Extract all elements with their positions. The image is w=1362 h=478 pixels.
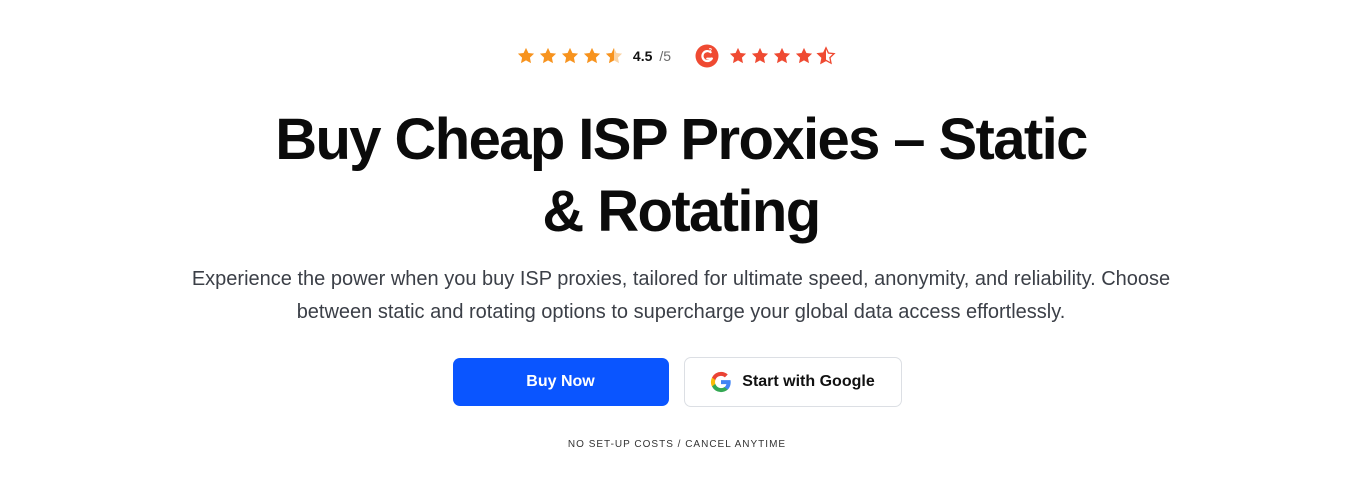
star-icon xyxy=(795,47,813,64)
start-with-google-button[interactable]: Start with Google xyxy=(683,357,902,407)
rating-stars-g2 xyxy=(728,46,836,66)
page-title: Buy Cheap ISP Proxies – Static & Rotatin… xyxy=(275,107,1088,244)
rating-score: 4.5 xyxy=(632,48,653,64)
footnote: NO SET-UP COSTS / CANCEL ANYTIME xyxy=(567,439,787,450)
star-icon xyxy=(517,47,535,64)
rating-stars-orange xyxy=(516,46,624,66)
half-star-icon xyxy=(816,46,836,65)
ratings-bar: 4.5 /5 2 xyxy=(0,44,1362,68)
g2-logo-icon: 2 xyxy=(695,44,719,68)
half-star-icon xyxy=(605,47,623,64)
star-icon xyxy=(539,47,557,64)
star-icon xyxy=(561,47,579,64)
rating-max: /5 xyxy=(659,48,672,64)
start-with-google-label: Start with Google xyxy=(742,373,875,390)
buy-now-button[interactable]: Buy Now xyxy=(452,358,669,406)
star-icon xyxy=(729,47,747,64)
page-subtitle: Experience the power when you buy ISP pr… xyxy=(191,268,1171,323)
star-icon xyxy=(583,47,601,64)
star-icon xyxy=(773,47,791,64)
google-icon xyxy=(711,371,731,393)
star-icon xyxy=(751,47,769,64)
cta-buttons: Buy Now Start with Google xyxy=(0,357,1362,407)
